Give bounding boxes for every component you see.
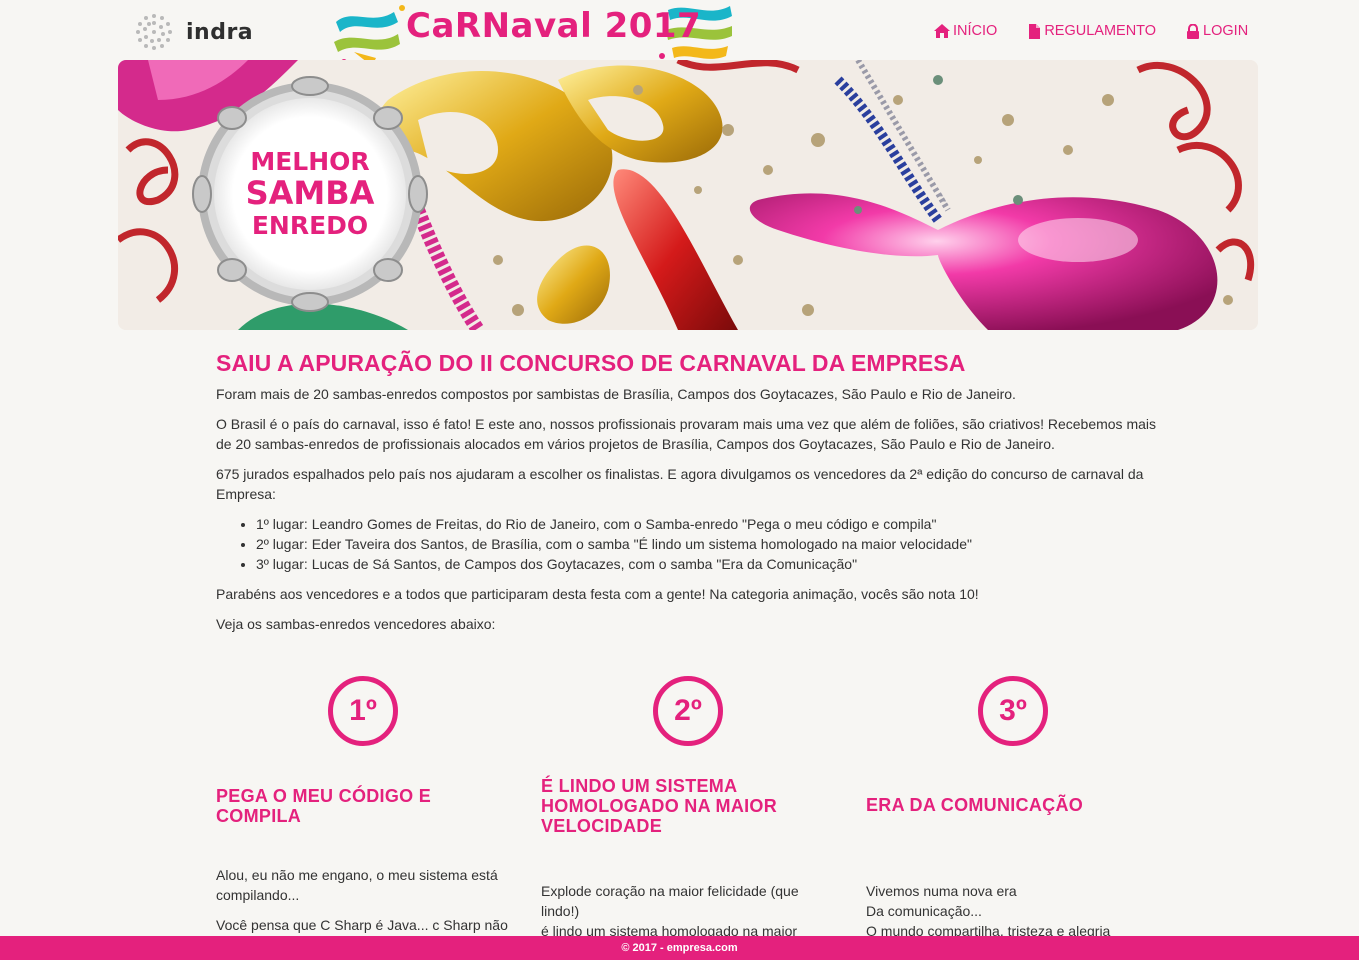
nav-login[interactable]: LOGIN <box>1186 21 1248 41</box>
home-icon <box>934 24 950 38</box>
article-paragraph: Foram mais de 20 sambas-enredos composto… <box>216 386 1016 402</box>
copyright-text: © 2017 - empresa.com <box>621 942 738 954</box>
nav-login-label: LOGIN <box>1203 23 1249 39</box>
list-item: 1º lugar: Leandro Gomes de Freitas, do R… <box>256 514 1156 534</box>
lyrics-paragraph: Alou, eu não me engano, o meu sistema es… <box>216 867 498 903</box>
winners-section: 1º PEGA O MEU CÓDIGO E COMPILA Alou, eu … <box>216 676 1191 959</box>
lock-icon <box>1187 23 1200 39</box>
badge-line-2: SAMBA <box>245 174 375 213</box>
list-item: 3º lugar: Lucas de Sá Santos, de Campos … <box>256 554 1156 574</box>
article-paragraph: Parabéns aos vencedores e a todos que pa… <box>216 586 979 602</box>
article-paragraph: O Brasil é o país do carnaval, isso é fa… <box>216 416 1156 452</box>
badge-line-1: MELHOR <box>250 147 370 177</box>
main-nav: INÍCIO REGULAMENTO LOGIN <box>934 21 1278 41</box>
nav-inicio[interactable]: INÍCIO <box>934 21 997 41</box>
list-item: 2º lugar: Eder Taveira dos Santos, de Br… <box>256 534 1156 554</box>
winner-lyrics: Alou, eu não me engano, o meu sistema es… <box>216 865 512 945</box>
winner-title: É LINDO UM SISTEMA HOMOLOGADO NA MAIOR V… <box>541 776 778 836</box>
top-header: indra CaRNaval 2017 INÍCIO REGULAMENTO L… <box>0 0 1359 75</box>
winner-title: PEGA O MEU CÓDIGO E COMPILA <box>216 786 432 826</box>
carnaval-title: CaRNaval 2017 <box>406 6 702 46</box>
nav-regulamento-label: REGULAMENTO <box>1044 23 1157 39</box>
melhor-samba-enredo-badge: MELHOR SAMBA ENREDO <box>198 82 422 306</box>
badge-line-3: ENREDO <box>251 210 369 240</box>
winners-list: 1º lugar: Leandro Gomes de Freitas, do R… <box>256 514 1156 574</box>
footer: © 2017 - empresa.com <box>0 936 1359 960</box>
brand-name: indra <box>186 19 254 45</box>
indra-dots-icon <box>136 14 172 50</box>
hero-banner: MELHOR SAMBA ENREDO <box>118 60 1258 330</box>
winner-title: ERA DA COMUNICAÇÃO <box>866 795 1084 815</box>
indra-logo[interactable]: indra <box>134 12 253 52</box>
page-title: SAIU A APURAÇÃO DO II CONCURSO DE CARNAV… <box>216 350 966 376</box>
article-paragraph: 675 jurados espalhados pelo país nos aju… <box>216 466 1144 502</box>
nav-inicio-label: INÍCIO <box>953 23 998 39</box>
article-paragraph: Veja os sambas-enredos vencedores abaixo… <box>216 616 496 632</box>
nav-regulamento[interactable]: REGULAMENTO <box>1027 21 1156 41</box>
rank-badge: 2º <box>653 676 723 746</box>
article: SAIU A APURAÇÃO DO II CONCURSO DE CARNAV… <box>216 346 1156 644</box>
rank-badge: 1º <box>328 676 398 746</box>
rank-badge: 3º <box>978 676 1048 746</box>
lyrics-paragraph: Você pensa que C Sharp é Java... c Sharp… <box>216 917 508 933</box>
document-icon <box>1029 23 1041 39</box>
